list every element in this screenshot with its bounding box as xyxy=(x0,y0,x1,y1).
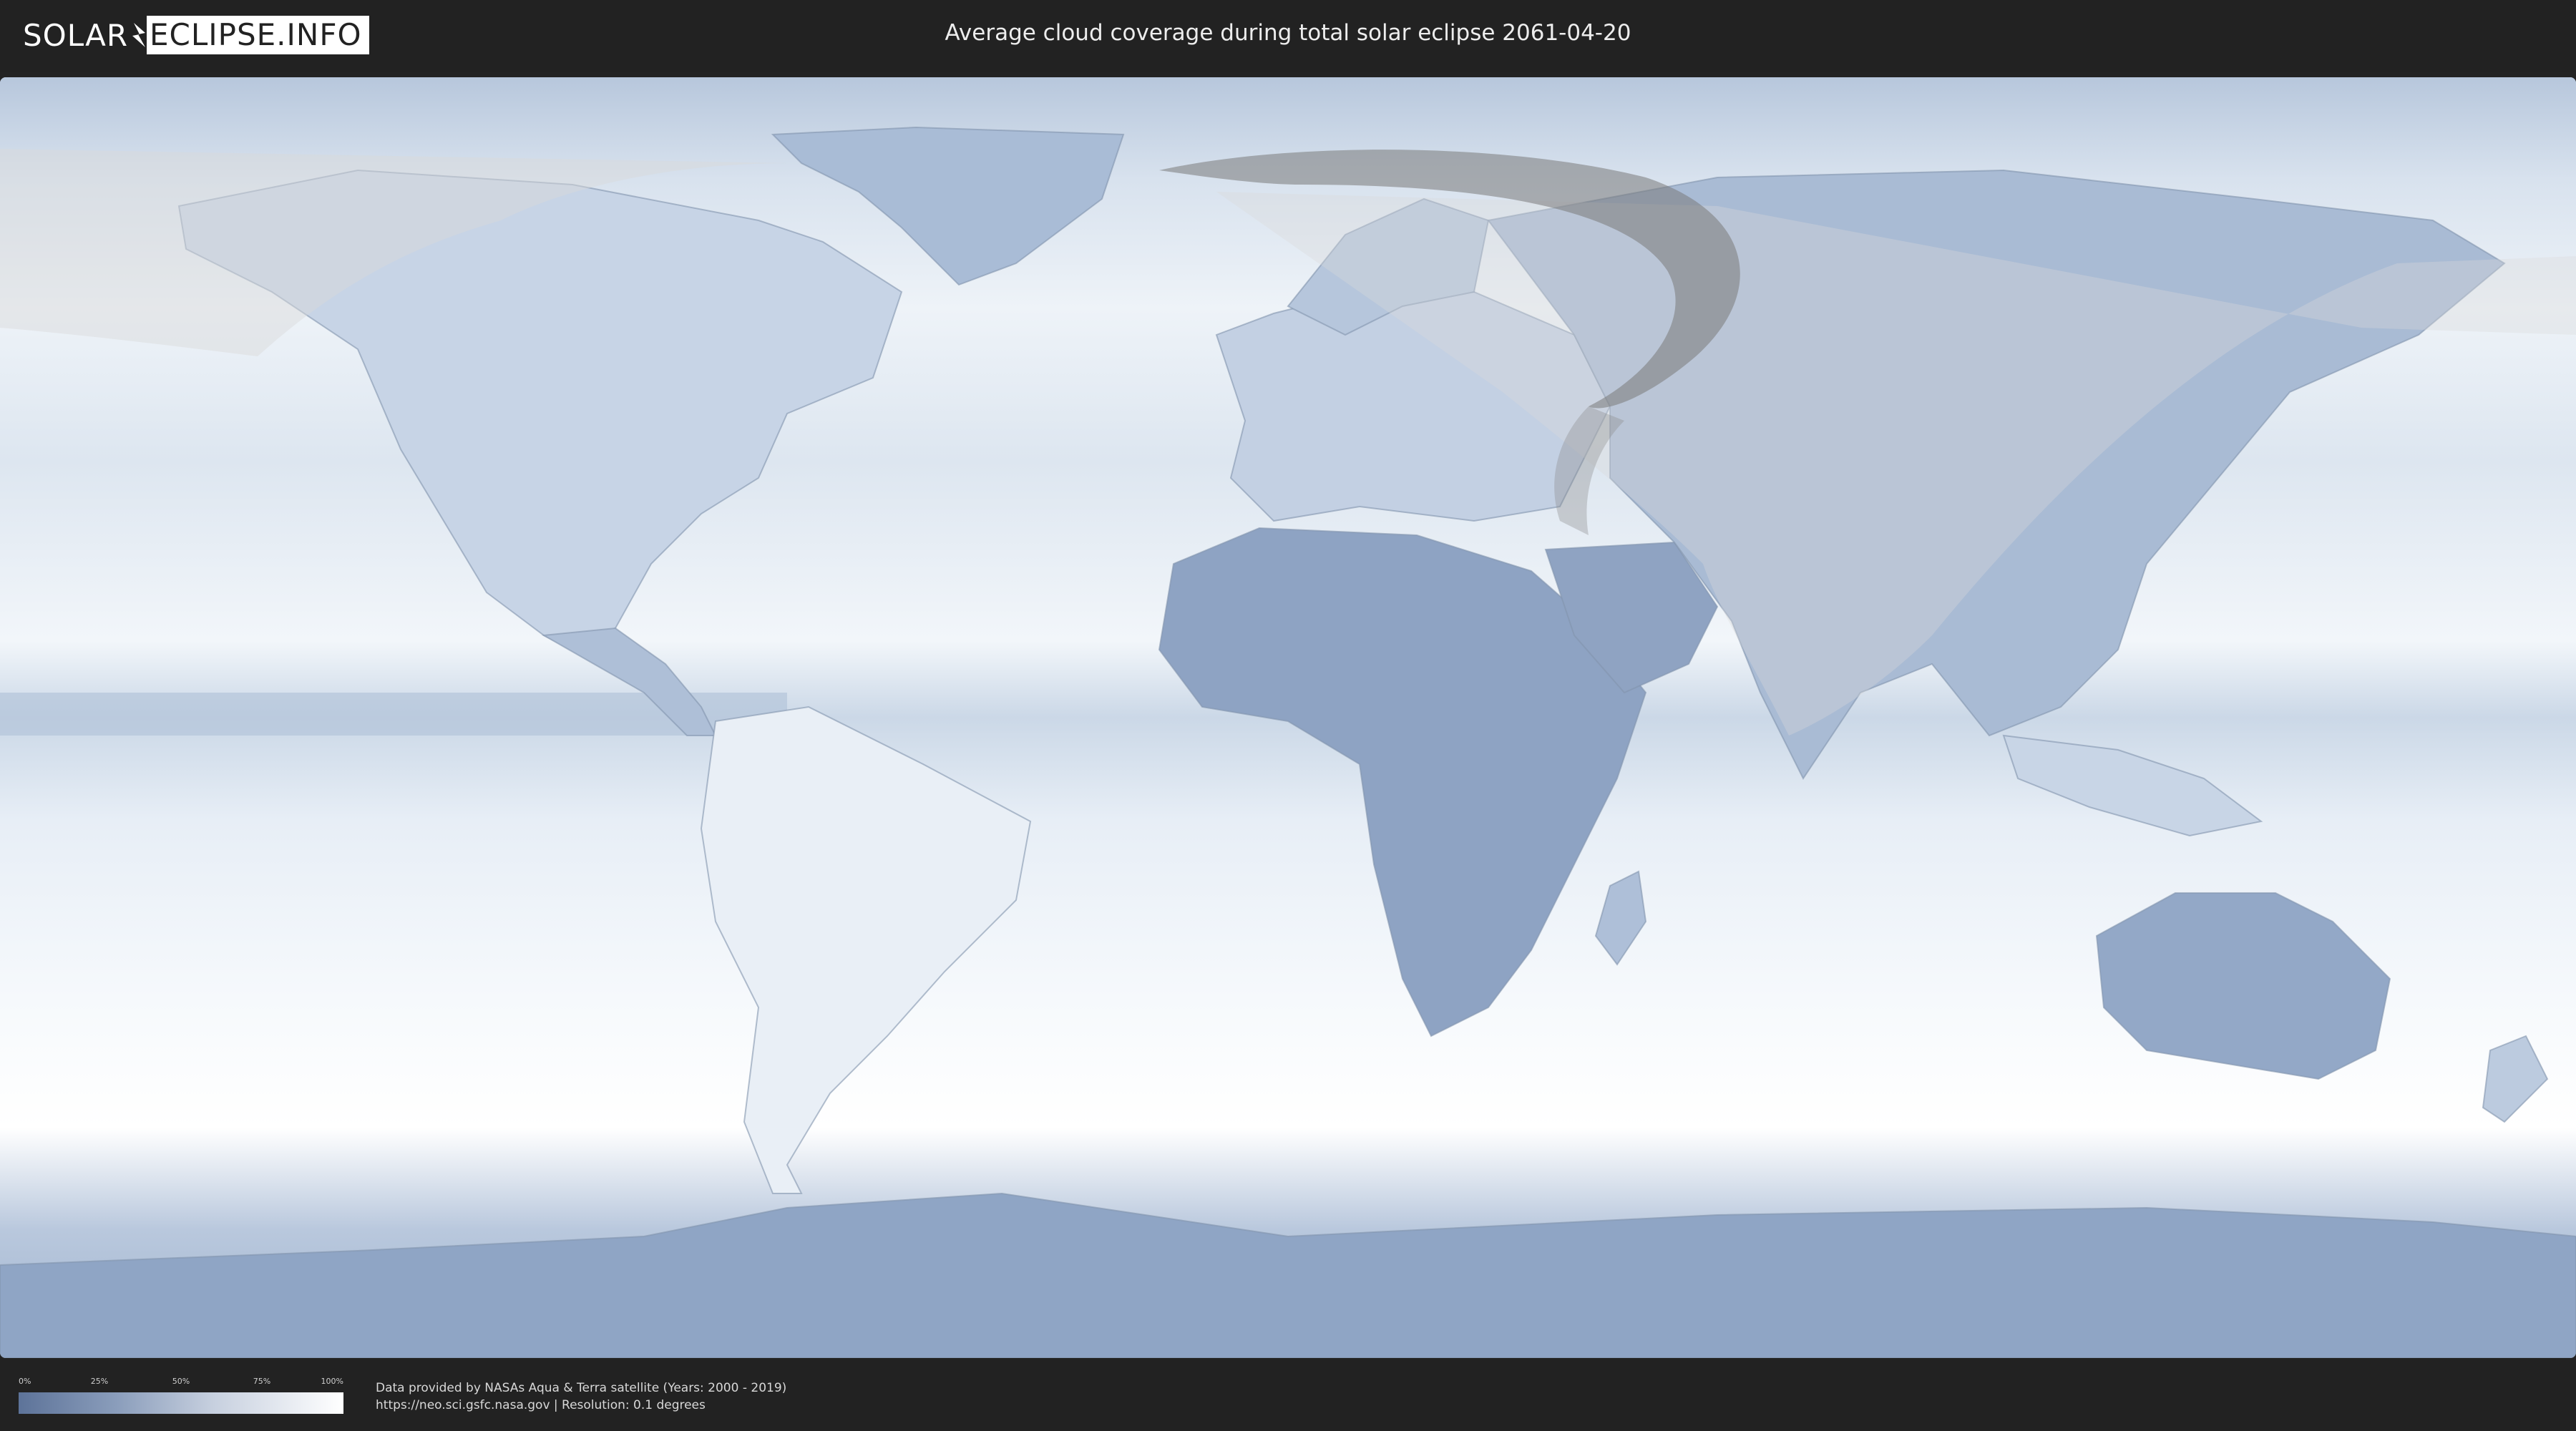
data-source-line: Data provided by NASAs Aqua & Terra sate… xyxy=(376,1381,787,1395)
legend-tick-100: 100% xyxy=(321,1377,343,1386)
data-source-url-line: https://neo.sci.gsfc.nasa.gov | Resoluti… xyxy=(376,1398,706,1412)
legend-tick-0: 0% xyxy=(19,1377,31,1386)
legend-tick-labels: 0% 25% 50% 75% 100% xyxy=(19,1377,343,1390)
legend-color-scale xyxy=(19,1392,343,1414)
header-bar: SOLAR ECLIPSE.INFO Average cloud coverag… xyxy=(0,0,2576,72)
world-map-svg xyxy=(0,77,2576,1358)
cloud-coverage-legend: 0% 25% 50% 75% 100% xyxy=(19,1377,343,1414)
data-source-note: Data provided by NASAs Aqua & Terra sate… xyxy=(376,1379,786,1414)
cloud-coverage-map[interactable] xyxy=(0,77,2576,1358)
footer-bar: 0% 25% 50% 75% 100% Data provided by NAS… xyxy=(0,1359,2576,1431)
page-title: Average cloud coverage during total sola… xyxy=(945,20,1631,46)
legend-tick-50: 50% xyxy=(172,1377,190,1386)
legend-tick-25: 25% xyxy=(90,1377,109,1386)
legend-tick-75: 75% xyxy=(253,1377,271,1386)
